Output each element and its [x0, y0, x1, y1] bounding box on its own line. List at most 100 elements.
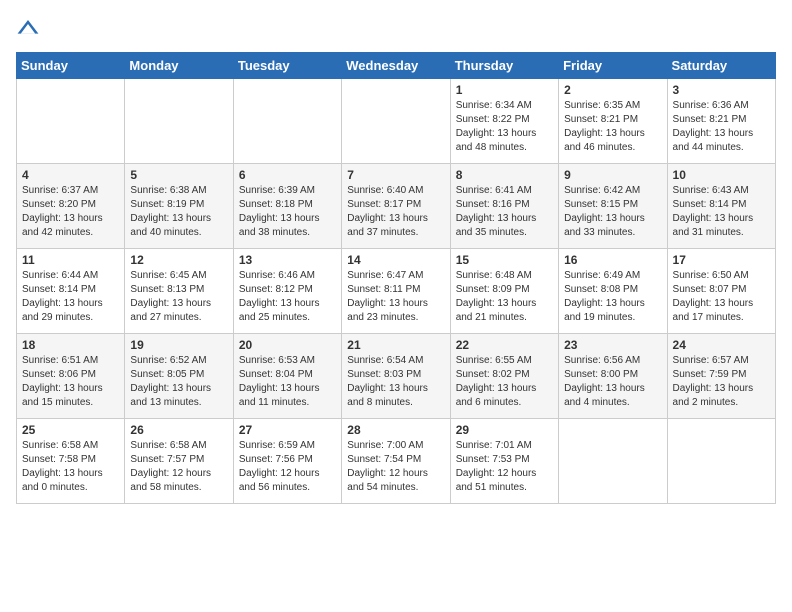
calendar-cell: 14 Sunrise: 6:47 AM Sunset: 8:11 PM Dayli…: [342, 249, 450, 334]
day-number: 21: [347, 338, 444, 352]
calendar-cell: [342, 79, 450, 164]
calendar-cell: 12 Sunrise: 6:45 AM Sunset: 8:13 PM Dayli…: [125, 249, 233, 334]
day-number: 18: [22, 338, 119, 352]
day-info: Sunrise: 6:35 AM Sunset: 8:21 PM Dayligh…: [564, 99, 661, 155]
day-number: 13: [239, 253, 336, 267]
day-number: 10: [673, 168, 770, 182]
day-number: 15: [456, 253, 553, 267]
day-info: Sunrise: 6:44 AM Sunset: 8:14 PM Dayligh…: [22, 269, 119, 325]
calendar-week-row: 1 Sunrise: 6:34 AM Sunset: 8:22 PM Daylig…: [17, 79, 776, 164]
calendar-cell: 16Sunrise: 6:49 AM Sunset: 8:08 PM Dayli…: [559, 249, 667, 334]
calendar-cell: 20 Sunrise: 6:53 AM Sunset: 8:04 PM Dayli…: [233, 334, 341, 419]
calendar-cell: 28 Sunrise: 7:00 AM Sunset: 7:54 PM Dayli…: [342, 419, 450, 504]
day-info: Sunrise: 6:50 AM Sunset: 8:07 PM Dayligh…: [673, 269, 770, 325]
day-of-week-header: Monday: [125, 53, 233, 79]
day-info: Sunrise: 6:49 AM Sunset: 8:08 PM Dayligh…: [564, 269, 661, 325]
page-header: [16, 16, 776, 40]
day-number: 29: [456, 423, 553, 437]
day-of-week-header: Thursday: [450, 53, 558, 79]
day-info: Sunrise: 6:48 AM Sunset: 8:09 PM Dayligh…: [456, 269, 553, 325]
day-number: 9: [564, 168, 661, 182]
calendar-cell: 18 Sunrise: 6:51 AM Sunset: 8:06 PM Dayli…: [17, 334, 125, 419]
day-info: Sunrise: 6:55 AM Sunset: 8:02 PM Dayligh…: [456, 354, 553, 410]
calendar-week-row: 18 Sunrise: 6:51 AM Sunset: 8:06 PM Dayli…: [17, 334, 776, 419]
day-info: Sunrise: 6:43 AM Sunset: 8:14 PM Dayligh…: [673, 184, 770, 240]
calendar-cell: 10 Sunrise: 6:43 AM Sunset: 8:14 PM Dayli…: [667, 164, 775, 249]
calendar-cell: 9Sunrise: 6:42 AM Sunset: 8:15 PM Daylig…: [559, 164, 667, 249]
day-info: Sunrise: 6:52 AM Sunset: 8:05 PM Dayligh…: [130, 354, 227, 410]
day-of-week-header: Friday: [559, 53, 667, 79]
calendar-cell: 21 Sunrise: 6:54 AM Sunset: 8:03 PM Dayli…: [342, 334, 450, 419]
day-info: Sunrise: 6:59 AM Sunset: 7:56 PM Dayligh…: [239, 439, 336, 495]
day-info: Sunrise: 6:57 AM Sunset: 7:59 PM Dayligh…: [673, 354, 770, 410]
day-number: 20: [239, 338, 336, 352]
day-number: 28: [347, 423, 444, 437]
calendar-cell: 6 Sunrise: 6:39 AM Sunset: 8:18 PM Daylig…: [233, 164, 341, 249]
day-number: 26: [130, 423, 227, 437]
calendar-week-row: 4 Sunrise: 6:37 AM Sunset: 8:20 PM Daylig…: [17, 164, 776, 249]
day-info: Sunrise: 6:40 AM Sunset: 8:17 PM Dayligh…: [347, 184, 444, 240]
calendar-cell: 29 Sunrise: 7:01 AM Sunset: 7:53 PM Dayli…: [450, 419, 558, 504]
calendar-cell: [125, 79, 233, 164]
day-number: 23: [564, 338, 661, 352]
calendar-cell: [667, 419, 775, 504]
calendar-cell: 8 Sunrise: 6:41 AM Sunset: 8:16 PM Daylig…: [450, 164, 558, 249]
day-number: 6: [239, 168, 336, 182]
day-number: 19: [130, 338, 227, 352]
day-number: 8: [456, 168, 553, 182]
day-of-week-header: Saturday: [667, 53, 775, 79]
day-info: Sunrise: 6:41 AM Sunset: 8:16 PM Dayligh…: [456, 184, 553, 240]
calendar-week-row: 11 Sunrise: 6:44 AM Sunset: 8:14 PM Dayli…: [17, 249, 776, 334]
day-info: Sunrise: 7:00 AM Sunset: 7:54 PM Dayligh…: [347, 439, 444, 495]
day-of-week-header: Sunday: [17, 53, 125, 79]
day-number: 14: [347, 253, 444, 267]
day-number: 22: [456, 338, 553, 352]
calendar-cell: 1 Sunrise: 6:34 AM Sunset: 8:22 PM Daylig…: [450, 79, 558, 164]
day-number: 1: [456, 83, 553, 97]
day-number: 5: [130, 168, 227, 182]
day-number: 3: [673, 83, 770, 97]
calendar-cell: 22 Sunrise: 6:55 AM Sunset: 8:02 PM Dayli…: [450, 334, 558, 419]
calendar-cell: 25Sunrise: 6:58 AM Sunset: 7:58 PM Dayli…: [17, 419, 125, 504]
day-info: Sunrise: 6:37 AM Sunset: 8:20 PM Dayligh…: [22, 184, 119, 240]
day-of-week-header: Tuesday: [233, 53, 341, 79]
day-info: Sunrise: 6:58 AM Sunset: 7:57 PM Dayligh…: [130, 439, 227, 495]
day-number: 12: [130, 253, 227, 267]
day-number: 4: [22, 168, 119, 182]
calendar-cell: 24 Sunrise: 6:57 AM Sunset: 7:59 PM Dayli…: [667, 334, 775, 419]
calendar-cell: 11 Sunrise: 6:44 AM Sunset: 8:14 PM Dayli…: [17, 249, 125, 334]
calendar-cell: [559, 419, 667, 504]
calendar-cell: 27Sunrise: 6:59 AM Sunset: 7:56 PM Dayli…: [233, 419, 341, 504]
calendar-cell: 3 Sunrise: 6:36 AM Sunset: 8:21 PM Daylig…: [667, 79, 775, 164]
day-info: Sunrise: 6:54 AM Sunset: 8:03 PM Dayligh…: [347, 354, 444, 410]
day-info: Sunrise: 6:51 AM Sunset: 8:06 PM Dayligh…: [22, 354, 119, 410]
day-number: 24: [673, 338, 770, 352]
calendar-cell: 2Sunrise: 6:35 AM Sunset: 8:21 PM Daylig…: [559, 79, 667, 164]
calendar-header-row: SundayMondayTuesdayWednesdayThursdayFrid…: [17, 53, 776, 79]
calendar-table: SundayMondayTuesdayWednesdayThursdayFrid…: [16, 52, 776, 504]
calendar-cell: [17, 79, 125, 164]
day-number: 17: [673, 253, 770, 267]
calendar-cell: 4 Sunrise: 6:37 AM Sunset: 8:20 PM Daylig…: [17, 164, 125, 249]
day-info: Sunrise: 6:38 AM Sunset: 8:19 PM Dayligh…: [130, 184, 227, 240]
day-info: Sunrise: 6:45 AM Sunset: 8:13 PM Dayligh…: [130, 269, 227, 325]
calendar-cell: 17 Sunrise: 6:50 AM Sunset: 8:07 PM Dayli…: [667, 249, 775, 334]
day-info: Sunrise: 6:53 AM Sunset: 8:04 PM Dayligh…: [239, 354, 336, 410]
day-info: Sunrise: 6:47 AM Sunset: 8:11 PM Dayligh…: [347, 269, 444, 325]
day-info: Sunrise: 6:46 AM Sunset: 8:12 PM Dayligh…: [239, 269, 336, 325]
day-of-week-header: Wednesday: [342, 53, 450, 79]
calendar-cell: 5 Sunrise: 6:38 AM Sunset: 8:19 PM Daylig…: [125, 164, 233, 249]
calendar-cell: 19 Sunrise: 6:52 AM Sunset: 8:05 PM Dayli…: [125, 334, 233, 419]
day-number: 7: [347, 168, 444, 182]
day-info: Sunrise: 6:58 AM Sunset: 7:58 PM Dayligh…: [22, 439, 119, 495]
day-info: Sunrise: 7:01 AM Sunset: 7:53 PM Dayligh…: [456, 439, 553, 495]
day-info: Sunrise: 6:34 AM Sunset: 8:22 PM Dayligh…: [456, 99, 553, 155]
logo-icon: [16, 16, 40, 40]
calendar-cell: 15 Sunrise: 6:48 AM Sunset: 8:09 PM Dayli…: [450, 249, 558, 334]
day-info: Sunrise: 6:36 AM Sunset: 8:21 PM Dayligh…: [673, 99, 770, 155]
day-number: 11: [22, 253, 119, 267]
day-info: Sunrise: 6:56 AM Sunset: 8:00 PM Dayligh…: [564, 354, 661, 410]
day-info: Sunrise: 6:39 AM Sunset: 8:18 PM Dayligh…: [239, 184, 336, 240]
logo: [16, 16, 44, 40]
calendar-week-row: 25Sunrise: 6:58 AM Sunset: 7:58 PM Dayli…: [17, 419, 776, 504]
